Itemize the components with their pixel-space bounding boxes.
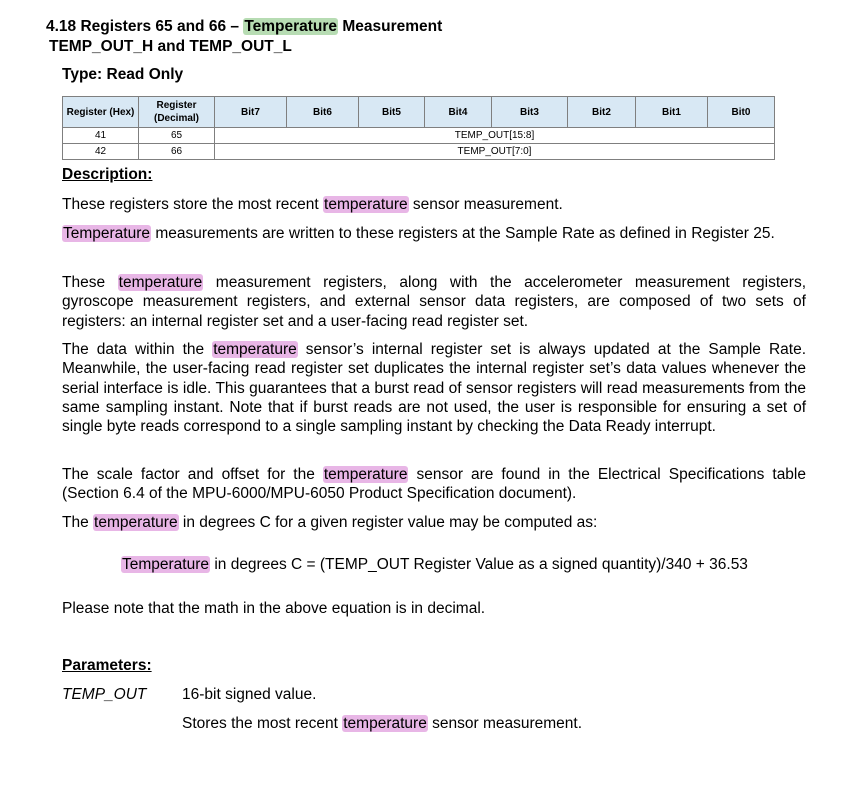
heading-suffix: Measurement bbox=[338, 18, 443, 35]
text: measurements are written to these regist… bbox=[151, 225, 775, 242]
description-paragraph-1: These registers store the most recent te… bbox=[62, 195, 806, 214]
description-paragraph-7: Please note that the math in the above e… bbox=[62, 600, 486, 617]
table-row: 41 65 TEMP_OUT[15:8] bbox=[62, 127, 775, 144]
search-highlight: temperature bbox=[322, 466, 409, 483]
table-row: 42 66 TEMP_OUT[7:0] bbox=[62, 143, 775, 160]
heading-prefix: 4.18 Registers 65 and 66 – bbox=[46, 18, 244, 35]
header-register-decimal: Register (Decimal) bbox=[138, 96, 215, 128]
description-paragraph-4: The data within the temperature sensor’s… bbox=[62, 340, 806, 436]
description-paragraph-3: These temperature measurement registers,… bbox=[62, 273, 806, 331]
search-highlight: temperature bbox=[93, 514, 179, 531]
header-register-hex: Register (Hex) bbox=[62, 96, 139, 128]
text: in degrees C for a given register value … bbox=[178, 514, 598, 531]
text: The data within the bbox=[62, 341, 213, 358]
cell-decimal: 65 bbox=[138, 127, 215, 144]
search-highlight: temperature bbox=[117, 274, 204, 291]
text: sensor measurement. bbox=[427, 715, 583, 732]
search-highlight: Temperature bbox=[62, 225, 152, 242]
cell-field: TEMP_OUT[7:0] bbox=[214, 143, 775, 160]
header-bit1: Bit1 bbox=[635, 96, 708, 128]
text: sensor measurement. bbox=[408, 196, 563, 213]
header-bit6: Bit6 bbox=[286, 96, 359, 128]
text: Stores the most recent bbox=[182, 715, 343, 732]
parameters-heading: Parameters: bbox=[62, 657, 152, 674]
cell-hex: 42 bbox=[62, 143, 139, 160]
search-highlight: temperature bbox=[323, 196, 409, 213]
search-highlight: temperature bbox=[212, 341, 298, 358]
temperature-equation: Temperature in degrees C = (TEMP_OUT Reg… bbox=[121, 556, 748, 574]
type-label: Type: Read Only bbox=[62, 66, 184, 83]
parameter-name: TEMP_OUT bbox=[62, 686, 147, 703]
description-paragraph-6: The temperature in degrees C for a given… bbox=[62, 513, 806, 532]
search-highlight: Temperature bbox=[243, 18, 339, 35]
header-bit3: Bit3 bbox=[491, 96, 568, 128]
cell-field: TEMP_OUT[15:8] bbox=[214, 127, 775, 144]
description-paragraph-2: Temperature measurements are written to … bbox=[62, 224, 806, 243]
register-table: Register (Hex) Register (Decimal) Bit7 B… bbox=[62, 96, 775, 160]
text: These bbox=[62, 274, 118, 291]
cell-hex: 41 bbox=[62, 127, 139, 144]
header-bit0: Bit0 bbox=[707, 96, 775, 128]
description-paragraph-5: The scale factor and offset for the temp… bbox=[62, 465, 806, 504]
parameter-type: 16-bit signed value. bbox=[182, 686, 317, 703]
header-bit7: Bit7 bbox=[214, 96, 287, 128]
table-header-row: Register (Hex) Register (Decimal) Bit7 B… bbox=[62, 96, 775, 128]
search-highlight: temperature bbox=[342, 715, 428, 732]
description-heading: Description: bbox=[62, 166, 153, 183]
text: in degrees C = (TEMP_OUT Register Value … bbox=[210, 556, 748, 573]
parameter-description: Stores the most recent temperature senso… bbox=[182, 715, 582, 733]
text: The bbox=[62, 514, 94, 531]
cell-decimal: 66 bbox=[138, 143, 215, 160]
section-subheading: TEMP_OUT_H and TEMP_OUT_L bbox=[49, 38, 292, 55]
text: These registers store the most recent bbox=[62, 196, 324, 213]
header-bit4: Bit4 bbox=[424, 96, 492, 128]
header-bit5: Bit5 bbox=[358, 96, 425, 128]
header-bit2: Bit2 bbox=[567, 96, 636, 128]
text: The scale factor and offset for the bbox=[62, 466, 323, 483]
section-heading: 4.18 Registers 65 and 66 – Temperature M… bbox=[46, 17, 442, 36]
search-highlight: Temperature bbox=[121, 556, 211, 573]
